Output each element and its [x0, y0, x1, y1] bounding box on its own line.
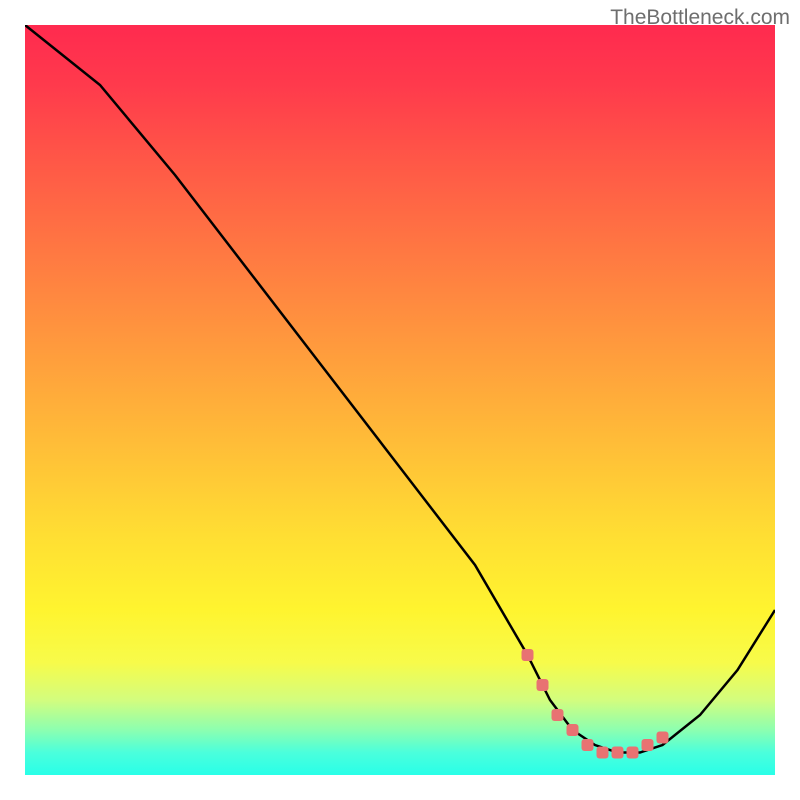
chart-svg: [25, 25, 775, 775]
plot-area: [25, 25, 775, 775]
optimal-marker: [552, 709, 564, 721]
optimal-marker: [597, 747, 609, 759]
optimal-marker: [657, 732, 669, 744]
optimal-marker: [567, 724, 579, 736]
bottleneck-curve-line: [25, 25, 775, 753]
watermark-text: TheBottleneck.com: [610, 6, 790, 30]
optimal-marker: [537, 679, 549, 691]
optimal-marker: [522, 649, 534, 661]
optimal-zone-markers: [522, 649, 669, 759]
optimal-marker: [612, 747, 624, 759]
optimal-marker: [627, 747, 639, 759]
optimal-marker: [642, 739, 654, 751]
optimal-marker: [582, 739, 594, 751]
